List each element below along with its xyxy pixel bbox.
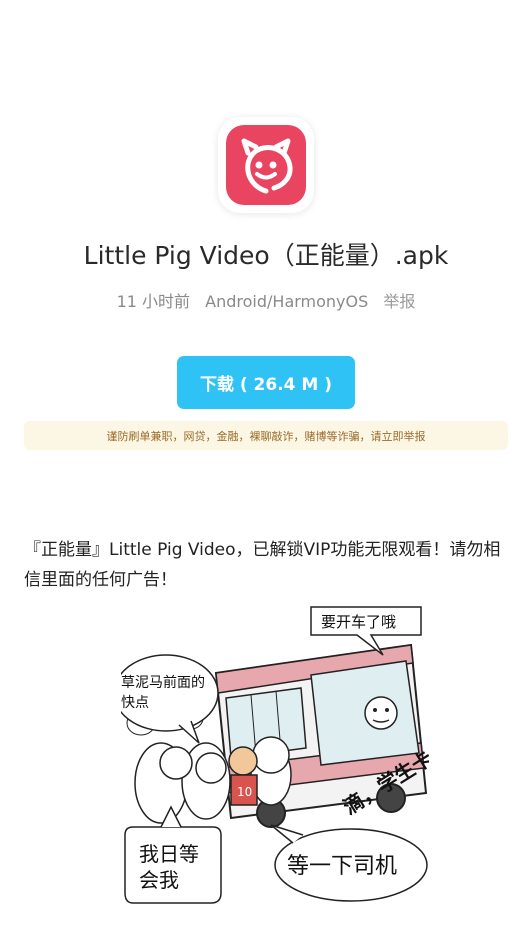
speech-bubble-bottom-left: 我日等会我 [124,805,222,904]
pig-logo-icon [226,125,306,205]
file-meta: 11 小时前 Android/HarmonyOS 举报 [0,288,532,312]
meme-image: 滴，学生卡 10 要开车了哦 草泥马前面的快点 我日等会我 等一下司机 [113,603,436,911]
speech-bubble-bottom-right: 等一下司机 [270,824,428,902]
svg-text:等一下司机: 等一下司机 [287,854,397,879]
description-text: 『正能量』Little Pig Video，已解锁VIP功能无限观看！请勿相信里… [24,540,501,590]
app-icon [218,117,314,213]
shirt-number: 10 [237,785,252,799]
svg-text:要开车了哦: 要开车了哦 [321,613,396,631]
upload-time: 11 小时前 [116,292,191,311]
download-button[interactable]: 下载 ( 26.4 M ) [177,356,355,409]
platform-label: Android/HarmonyOS [205,292,369,311]
fraud-warning: 谨防刷单兼职，网贷，金融，裸聊敲诈，赌博等诈骗，请立即举报 [24,421,508,450]
file-name: Little Pig Video（正能量）.apk [83,241,449,270]
report-link[interactable]: 举报 [383,292,415,311]
